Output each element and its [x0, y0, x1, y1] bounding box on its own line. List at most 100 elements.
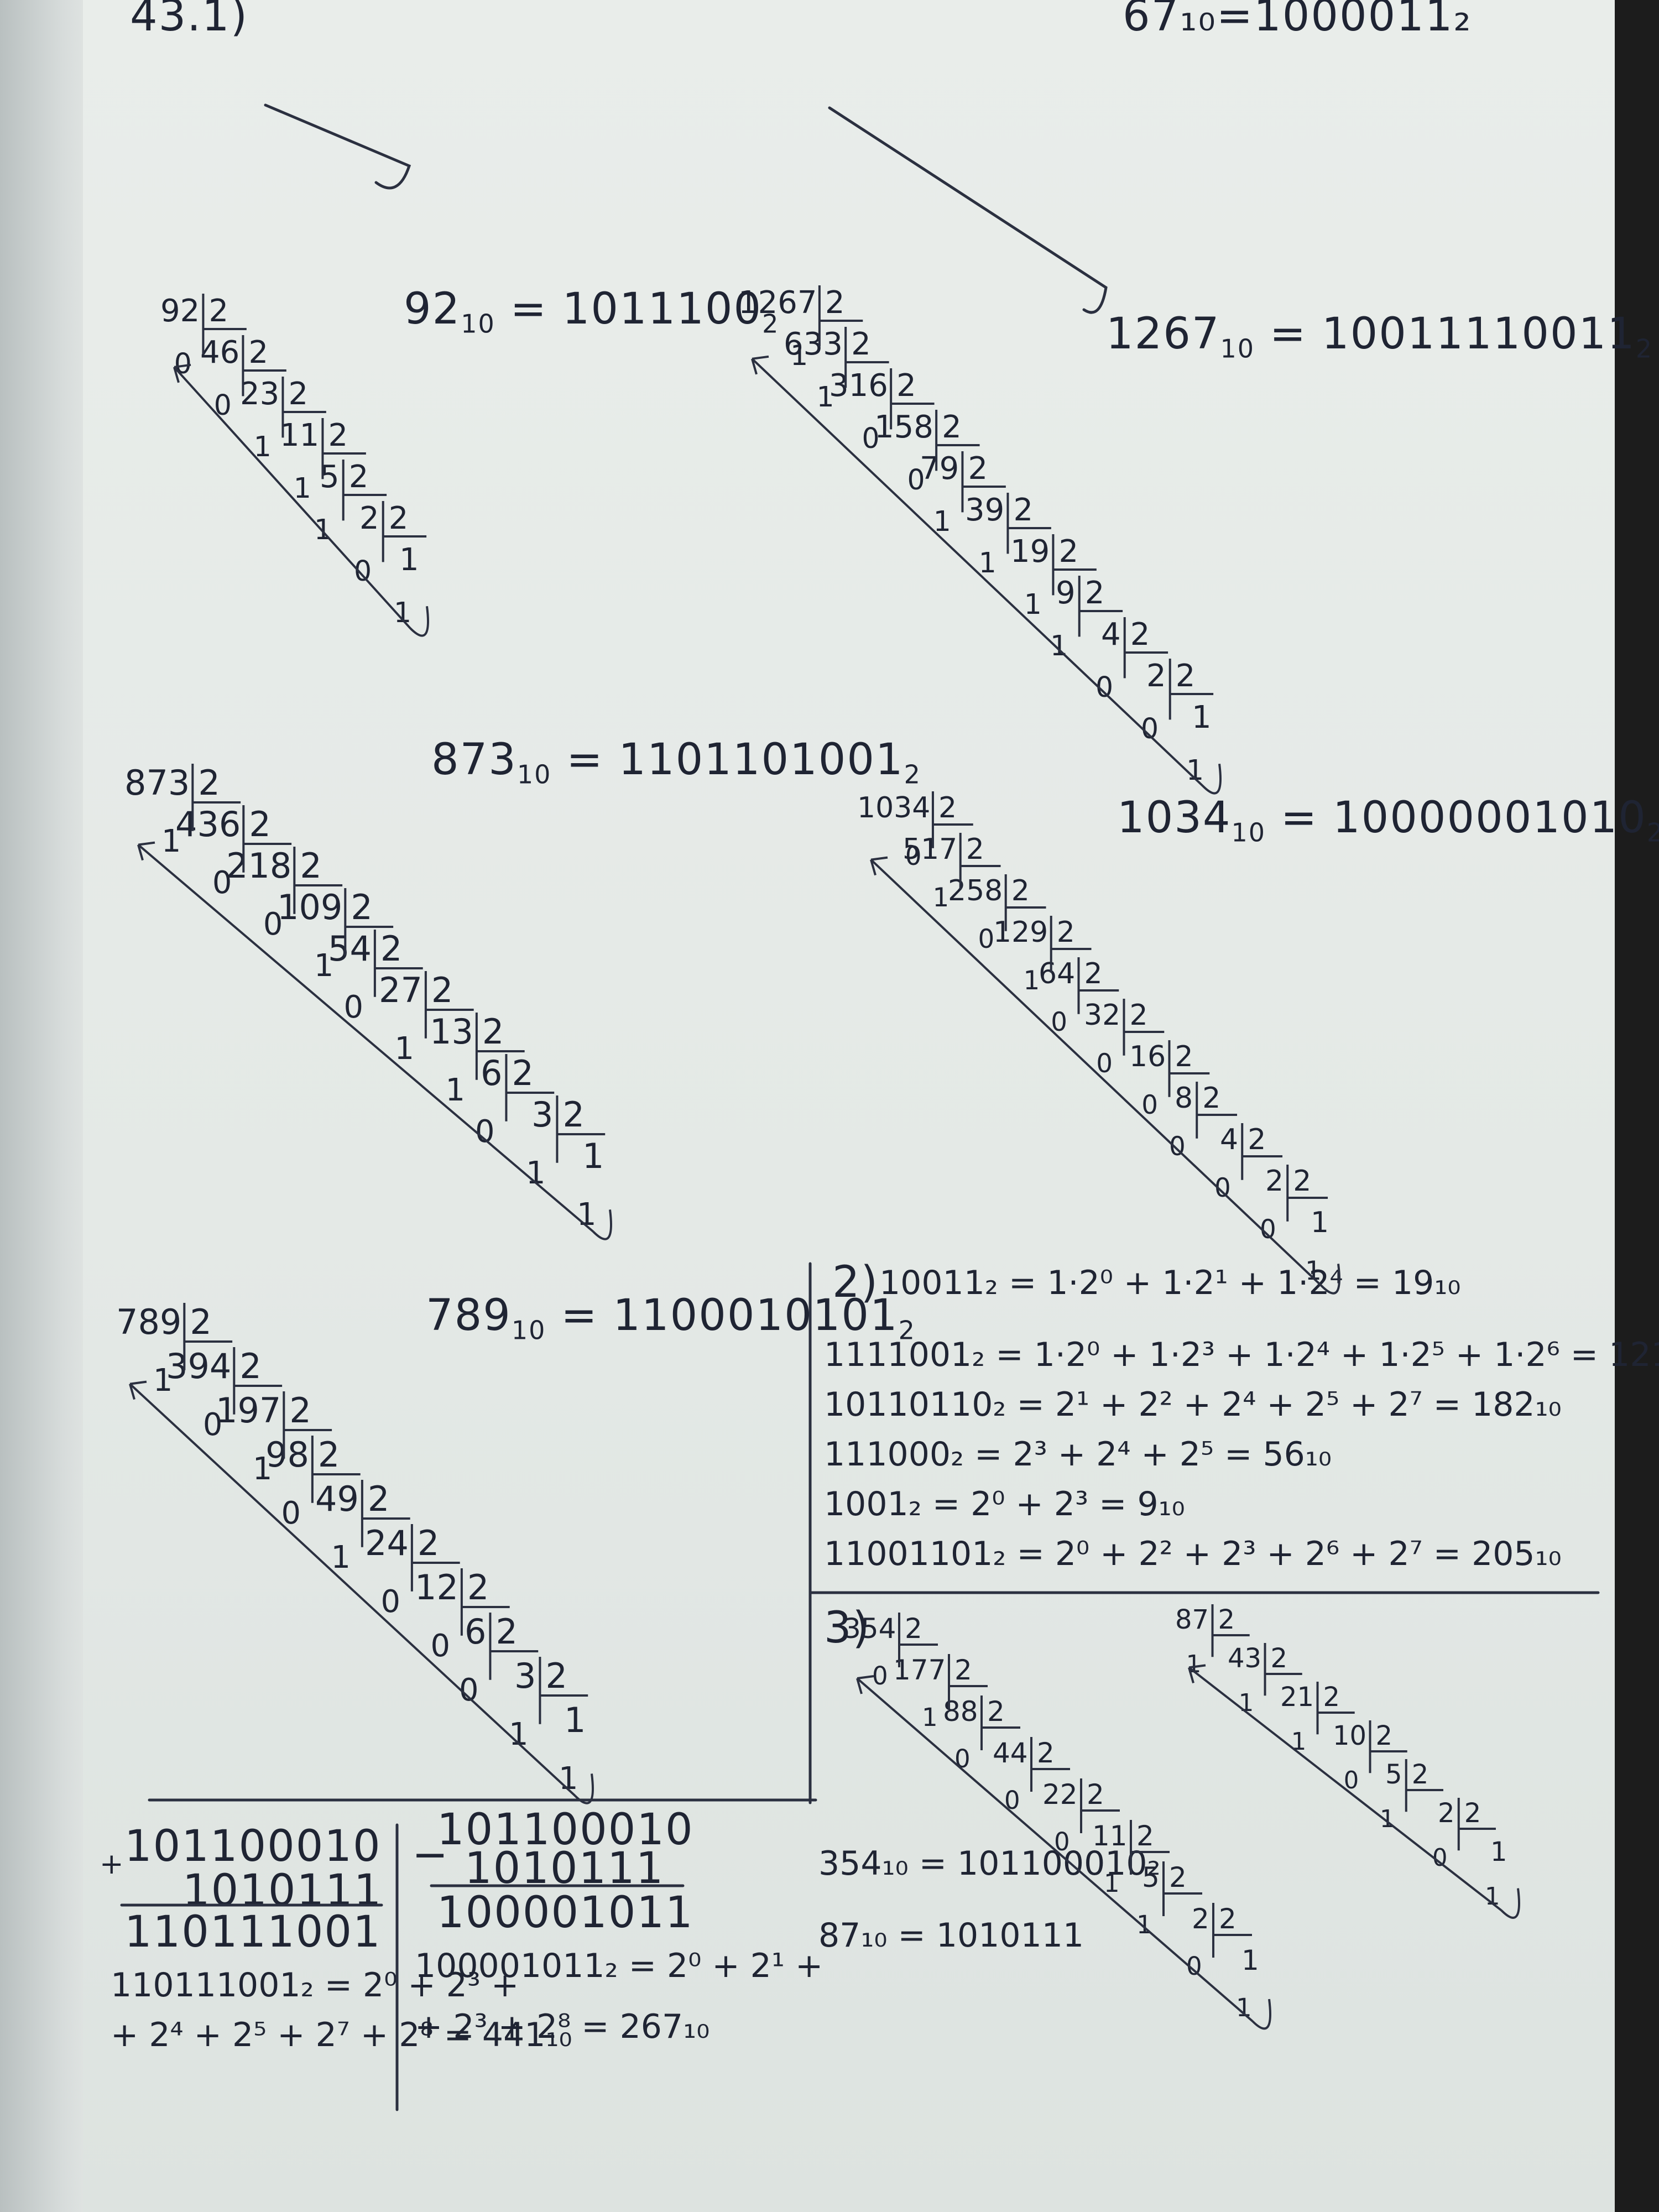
ladder-remainder: 0 — [1214, 1173, 1231, 1203]
task-2-line-4: 111000₂ = 2³ + 2⁴ + 2⁵ = 56₁₀ — [824, 1435, 1332, 1474]
ladder-remainder: 0 — [1260, 1215, 1276, 1245]
addition-operator: + — [100, 1848, 125, 1881]
ladder-divisor: 2 — [968, 451, 988, 487]
ladder-divisor: 2 — [942, 409, 962, 445]
ladder-divisor: 2 — [562, 1094, 585, 1135]
ladder-remainder: 1 — [1291, 1728, 1307, 1756]
ladder-dividend: 1 — [564, 1700, 586, 1740]
ladder-dividend: 43 — [1228, 1643, 1262, 1674]
ladder-divisor: 2 — [328, 418, 348, 453]
ladder-dividend: 633 — [784, 326, 843, 362]
ladder-remainder: 1 — [526, 1155, 546, 1191]
ladder-remainder: 0 — [213, 389, 232, 421]
ladder-remainder: 1 — [509, 1716, 529, 1752]
ladder-dividend: 49 — [315, 1479, 359, 1519]
ladder-divisor: 2 — [1037, 1737, 1055, 1769]
ladder-dividend: 1 — [1490, 1837, 1507, 1867]
ladder-dividend: 9 — [1056, 575, 1076, 611]
ladder-divisor: 2 — [1248, 1123, 1266, 1156]
ladder-dividend: 129 — [993, 916, 1048, 949]
top-partial-label: 43.1) — [130, 0, 249, 41]
ladder-divisor: 2 — [905, 1613, 922, 1645]
ladder-dividend: 87 — [1175, 1604, 1209, 1635]
ladder-dividend: 8 — [1175, 1082, 1193, 1115]
ladder-dividend: 98 — [265, 1434, 309, 1475]
ladder-dividend: 1 — [582, 1136, 604, 1176]
ladder-dividend: 5 — [320, 459, 340, 495]
subtraction-operand-b: 1010111 — [465, 1844, 665, 1893]
ladder-divisor: 2 — [388, 500, 409, 536]
ladder-dividend: 79 — [920, 451, 959, 487]
ladder-dividend: 13 — [430, 1011, 473, 1052]
ladder-dividend: 22 — [1042, 1778, 1078, 1811]
ladder-divisor: 2 — [198, 763, 220, 803]
ladder-remainder: 0 — [1169, 1132, 1186, 1162]
ladder-divisor: 2 — [1011, 874, 1030, 907]
ladder-remainder: 1 — [253, 430, 272, 463]
ladder-divisor: 2 — [1219, 1903, 1237, 1935]
ladder-divisor: 2 — [1175, 1040, 1193, 1073]
ladder-dividend: 3 — [531, 1094, 554, 1135]
ladder-dividend: 1034 — [857, 791, 931, 825]
ladder-dividend: 21 — [1280, 1682, 1314, 1713]
ladder-dividend: 394 — [166, 1346, 232, 1386]
ladder-dividend: 1 — [399, 542, 419, 578]
addition-operand-a: 101100010 — [124, 1822, 382, 1871]
ladder-divisor: 2 — [1129, 999, 1148, 1032]
ladder-divisor: 2 — [1013, 492, 1034, 528]
subtraction-check-line-1: 100001011₂ = 2⁰ + 2¹ + — [415, 1947, 823, 1985]
ladder-dividend: 1 — [1311, 1206, 1329, 1239]
result-354: 354₁₀ = 101100010₂ — [818, 1844, 1161, 1883]
task-2-line-1: 10011₂ = 1·2⁰ + 1·2¹ + 1·2⁴ = 19₁₀ — [879, 1264, 1461, 1302]
ladder-remainder: 0 — [459, 1672, 479, 1708]
ladder-remainder: 1 — [978, 546, 997, 579]
ladder-dividend: 2 — [1146, 658, 1166, 694]
ladder-divisor: 2 — [495, 1611, 518, 1652]
ladder-remainder: 0 — [174, 347, 192, 380]
ladder-remainder: 1 — [331, 1539, 351, 1575]
ladder-remainder: 1 — [1186, 1651, 1202, 1678]
ladder-divisor: 2 — [1084, 575, 1105, 611]
ladder-remainder: 0 — [281, 1495, 301, 1531]
ladder-remainder: 0 — [1096, 1049, 1113, 1079]
ladder-remainder: 0 — [475, 1113, 495, 1150]
ladder-dividend: 1267 — [738, 285, 817, 321]
ladder-divisor: 2 — [966, 833, 984, 866]
ladder-dividend: 39 — [965, 492, 1005, 528]
addition-sum: 110111001 — [124, 1907, 382, 1957]
ladder-dividend: 258 — [948, 874, 1003, 907]
ladder-dividend: 517 — [902, 833, 958, 866]
ladder-dividend: 19 — [1010, 534, 1050, 570]
ladder-dividend: 1 — [1192, 700, 1212, 735]
ladder-divisor: 2 — [351, 887, 373, 927]
ladder-divisor: 2 — [1293, 1165, 1312, 1198]
ladder-dividend: 92 — [160, 293, 200, 329]
ladder-remainder: 0 — [1432, 1844, 1448, 1872]
ladder-dividend: 4 — [1220, 1123, 1239, 1156]
ladder-divisor: 2 — [367, 1479, 390, 1519]
ladder-remainder: 0 — [872, 1661, 888, 1691]
ladder-dividend: 5 — [1385, 1759, 1402, 1790]
ladder-dividend: 23 — [240, 376, 280, 412]
ladder-dividend: 11 — [280, 418, 320, 453]
ladder-divisor: 2 — [431, 970, 453, 1010]
ladder-divisor: 2 — [248, 335, 269, 371]
ladder-remainder: 0 — [1186, 1951, 1202, 1981]
ladder-dividend: 354 — [843, 1613, 896, 1645]
ladder-remainder: 0 — [1095, 671, 1114, 703]
ladder-divisor: 2 — [348, 459, 369, 495]
task-2-line-5: 1001₂ = 2⁰ + 2³ = 9₁₀ — [824, 1485, 1185, 1524]
ladder-remainder: 0 — [354, 555, 372, 587]
ladder-divisor: 2 — [288, 376, 309, 412]
ladder-divisor: 2 — [317, 1434, 340, 1475]
ladder-divisor: 2 — [545, 1656, 567, 1696]
ladder-dividend: 4 — [1101, 617, 1121, 653]
ladder-divisor: 2 — [938, 791, 957, 825]
subtraction-difference: 100001011 — [437, 1888, 694, 1938]
ladder-remainder: 1 — [1186, 754, 1204, 786]
ladder-divisor: 2 — [208, 293, 229, 329]
ladder-dividend: 88 — [943, 1695, 978, 1728]
ladder-remainder: 1 — [1380, 1806, 1395, 1833]
ladder-divisor: 2 — [1218, 1604, 1235, 1635]
subtraction-check-line-2: + 2³ + 2⁸ = 267₁₀ — [415, 2007, 710, 2046]
